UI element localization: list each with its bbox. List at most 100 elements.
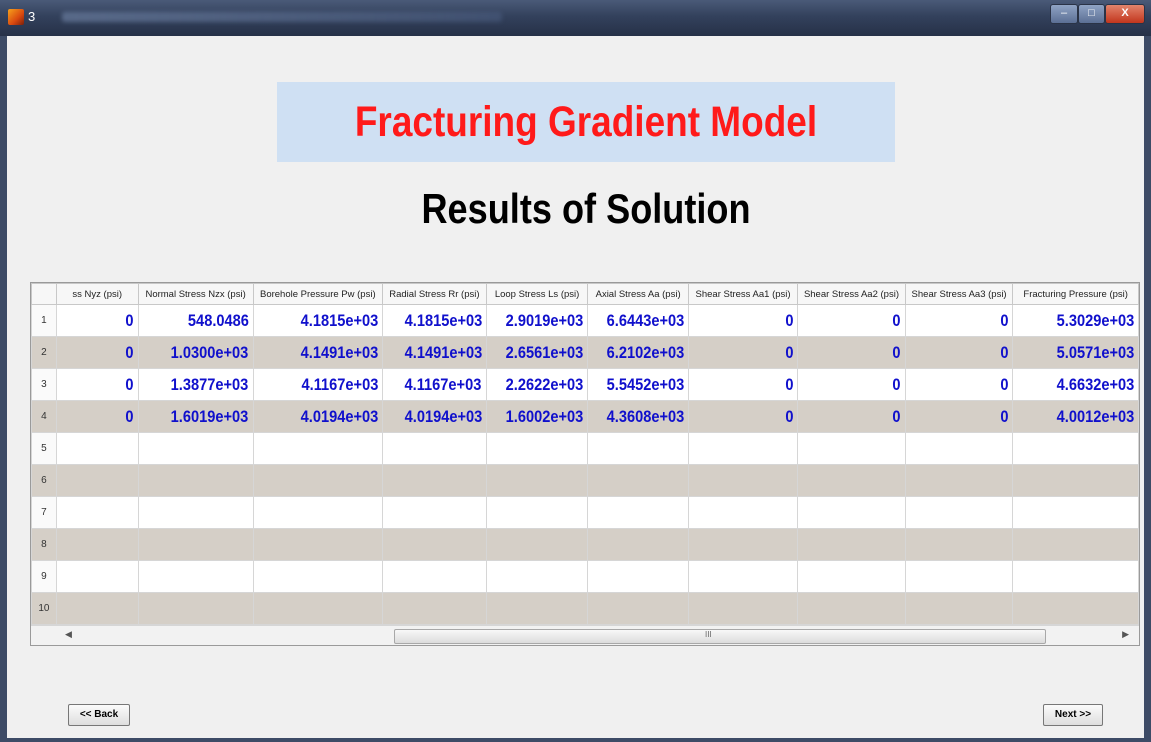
- table-cell[interactable]: [1012, 560, 1139, 593]
- minimize-button[interactable]: –: [1050, 4, 1078, 24]
- table-cell[interactable]: [587, 592, 689, 625]
- table-cell[interactable]: [1012, 496, 1139, 529]
- table-cell[interactable]: 0: [797, 336, 906, 369]
- table-cell[interactable]: [381, 560, 487, 593]
- table-cell[interactable]: 0: [55, 400, 139, 433]
- table-cell[interactable]: 1.3877e+03: [137, 368, 254, 401]
- column-header[interactable]: Normal Stress Nzx (psi): [137, 283, 254, 305]
- column-header[interactable]: Shear Stress Aa1 (psi): [687, 283, 799, 305]
- table-cell[interactable]: 4.1815e+03: [381, 304, 487, 337]
- table-cell[interactable]: 4.1491e+03: [252, 336, 383, 369]
- table-row[interactable]: 8: [31, 528, 1139, 561]
- table-row[interactable]: 10: [31, 592, 1139, 625]
- table-cell[interactable]: [904, 432, 1014, 465]
- row-number[interactable]: 2: [31, 336, 57, 369]
- table-cell[interactable]: 0: [797, 304, 906, 337]
- table-cell[interactable]: [485, 464, 589, 497]
- table-cell[interactable]: [904, 560, 1014, 593]
- table-cell[interactable]: 6.6443e+03: [587, 304, 689, 337]
- table-cell[interactable]: 0: [687, 368, 799, 401]
- close-button[interactable]: X: [1105, 4, 1145, 24]
- table-row[interactable]: 1 0 548.0486 4.1815e+03 4.1815e+03 2.9019e+03…: [31, 304, 1139, 337]
- back-button[interactable]: << Back: [68, 704, 130, 726]
- table-cell[interactable]: 5.5452e+03: [587, 368, 689, 401]
- table-cell[interactable]: 0: [797, 368, 906, 401]
- table-cell[interactable]: [1012, 464, 1139, 497]
- table-row[interactable]: 3 0 1.3877e+03 4.1167e+03 4.1167e+03 2.2622e+…: [31, 368, 1139, 401]
- table-row[interactable]: 9: [31, 560, 1139, 593]
- table-cell[interactable]: 4.1167e+03: [381, 368, 487, 401]
- table-cell[interactable]: 0: [904, 304, 1014, 337]
- table-cell[interactable]: 4.1167e+03: [252, 368, 383, 401]
- next-button[interactable]: Next >>: [1043, 704, 1103, 726]
- table-cell[interactable]: [55, 496, 139, 529]
- table-cell[interactable]: [1012, 528, 1139, 561]
- table-cell[interactable]: [797, 464, 906, 497]
- table-cell[interactable]: 0: [904, 336, 1014, 369]
- table-cell[interactable]: [55, 560, 139, 593]
- results-table[interactable]: ss Nyz (psi) Normal Stress Nzx (psi) Bor…: [30, 282, 1140, 646]
- table-cell[interactable]: [137, 592, 254, 625]
- table-cell[interactable]: 6.2102e+03: [587, 336, 689, 369]
- table-cell[interactable]: 0: [687, 304, 799, 337]
- table-cell[interactable]: 0: [797, 400, 906, 433]
- table-cell[interactable]: 2.2622e+03: [485, 368, 589, 401]
- row-number[interactable]: 6: [31, 464, 57, 497]
- table-cell[interactable]: [687, 592, 799, 625]
- table-cell[interactable]: [1012, 432, 1139, 465]
- table-cell[interactable]: [687, 432, 799, 465]
- table-row[interactable]: 6: [31, 464, 1139, 497]
- table-cell[interactable]: [137, 528, 254, 561]
- table-cell[interactable]: [55, 528, 139, 561]
- scroll-right-icon[interactable]: ▶: [1122, 629, 1129, 640]
- table-cell[interactable]: [485, 592, 589, 625]
- column-header[interactable]: Radial Stress Rr (psi): [381, 283, 487, 305]
- table-cell[interactable]: 4.0194e+03: [252, 400, 383, 433]
- table-cell[interactable]: [904, 464, 1014, 497]
- table-row[interactable]: 7: [31, 496, 1139, 529]
- table-row[interactable]: 4 0 1.6019e+03 4.0194e+03 4.0194e+03 1.6002e+…: [31, 400, 1139, 433]
- table-cell[interactable]: [797, 432, 906, 465]
- table-cell[interactable]: [381, 432, 487, 465]
- column-header[interactable]: Borehole Pressure Pw (psi): [252, 283, 383, 305]
- row-number[interactable]: 8: [31, 528, 57, 561]
- table-cell[interactable]: [587, 560, 689, 593]
- table-cell[interactable]: 4.1815e+03: [252, 304, 383, 337]
- table-cell[interactable]: 0: [55, 336, 139, 369]
- table-cell[interactable]: 4.0194e+03: [381, 400, 487, 433]
- table-cell[interactable]: 2.6561e+03: [485, 336, 589, 369]
- table-cell[interactable]: [797, 592, 906, 625]
- table-cell[interactable]: [587, 496, 689, 529]
- table-cell[interactable]: [587, 432, 689, 465]
- row-number[interactable]: 3: [31, 368, 57, 401]
- table-cell[interactable]: 4.3608e+03: [587, 400, 689, 433]
- table-cell[interactable]: [252, 432, 383, 465]
- table-cell[interactable]: [137, 432, 254, 465]
- column-header[interactable]: ss Nyz (psi): [55, 283, 139, 305]
- table-cell[interactable]: [55, 592, 139, 625]
- table-cell[interactable]: [1012, 592, 1139, 625]
- table-cell[interactable]: [797, 528, 906, 561]
- table-cell[interactable]: 4.0012e+03: [1012, 400, 1139, 433]
- table-cell[interactable]: [485, 560, 589, 593]
- table-cell[interactable]: 0: [904, 368, 1014, 401]
- table-cell[interactable]: [904, 592, 1014, 625]
- table-cell[interactable]: 4.1491e+03: [381, 336, 487, 369]
- table-cell[interactable]: [381, 464, 487, 497]
- row-number[interactable]: 5: [31, 432, 57, 465]
- table-cell[interactable]: 0: [687, 400, 799, 433]
- table-cell[interactable]: [252, 464, 383, 497]
- column-header[interactable]: Shear Stress Aa3 (psi): [904, 283, 1014, 305]
- table-cell[interactable]: 0: [55, 368, 139, 401]
- table-cell[interactable]: 0: [55, 304, 139, 337]
- table-cell[interactable]: [381, 528, 487, 561]
- table-cell[interactable]: [797, 560, 906, 593]
- table-cell[interactable]: 0: [687, 336, 799, 369]
- scroll-left-icon[interactable]: ◀: [65, 629, 72, 640]
- table-cell[interactable]: 4.6632e+03: [1012, 368, 1139, 401]
- table-cell[interactable]: [587, 528, 689, 561]
- table-cell[interactable]: 1.0300e+03: [137, 336, 254, 369]
- table-row[interactable]: 2 0 1.0300e+03 4.1491e+03 4.1491e+03 2.6561e+…: [31, 336, 1139, 369]
- table-cell[interactable]: [904, 496, 1014, 529]
- table-cell[interactable]: 1.6019e+03: [137, 400, 254, 433]
